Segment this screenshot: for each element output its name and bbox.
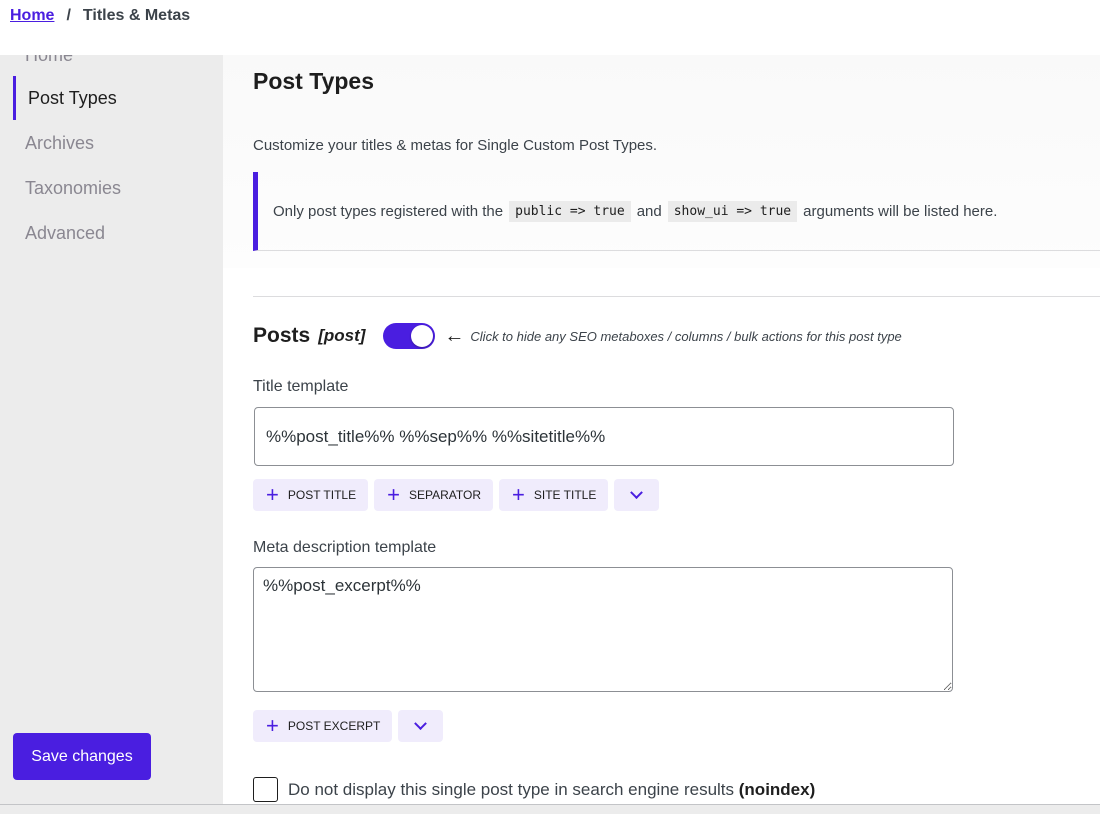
breadcrumb-separator: /	[66, 7, 71, 24]
arrow-left-icon: ←	[444, 325, 465, 347]
save-changes-button[interactable]: Save changes	[13, 733, 151, 780]
post-type-visibility-toggle[interactable]	[383, 323, 436, 349]
chevron-down-icon	[630, 485, 644, 499]
noindex-option: Do not display this single post type in …	[253, 777, 815, 802]
description-tag-buttons: + POST EXCERPT	[253, 710, 444, 742]
plus-icon: +	[387, 482, 400, 507]
bottom-bar	[0, 804, 1100, 814]
add-separator-tag-button[interactable]: + SEPARATOR	[374, 479, 493, 511]
sidebar: Home Post Types Archives Taxonomies Adva…	[0, 55, 223, 805]
notice-prefix: Only post types registered with the	[273, 202, 504, 220]
notice-code-show-ui: show_ui => true	[667, 200, 798, 222]
section-divider	[253, 296, 1100, 297]
breadcrumb-home-link[interactable]: Home	[10, 7, 54, 25]
sidebar-item-taxonomies[interactable]: Taxonomies	[13, 166, 223, 210]
main-content: Post Types Customize your titles & metas…	[223, 55, 1100, 805]
meta-description-textarea[interactable]: %%post_excerpt%%	[253, 567, 953, 692]
plus-icon: +	[512, 482, 525, 507]
more-title-tags-button[interactable]	[614, 479, 660, 511]
noindex-label: Do not display this single post type in …	[288, 780, 815, 800]
post-type-slug: [post]	[318, 326, 366, 345]
title-tag-buttons: + POST TITLE + SEPARATOR + SITE TITLE	[253, 479, 660, 511]
breadcrumb-current: Titles & Metas	[82, 7, 191, 24]
notice-middle: and	[636, 202, 662, 220]
tag-label: POST TITLE	[287, 488, 357, 502]
toggle-knob	[411, 325, 434, 347]
tag-label: SEPARATOR	[408, 488, 481, 502]
notice-suffix: arguments will be listed here.	[803, 202, 998, 220]
sidebar-item-advanced[interactable]: Advanced	[13, 211, 223, 255]
sidebar-item-archives[interactable]: Archives	[13, 121, 223, 165]
noindex-checkbox[interactable]	[253, 777, 278, 802]
page-description: Customize your titles & metas for Single…	[253, 137, 658, 154]
tag-label: POST EXCERPT	[287, 719, 381, 733]
title-template-input[interactable]	[254, 407, 954, 466]
post-type-heading: Posts [post] ← Click to hide any SEO met…	[253, 323, 902, 349]
meta-description-label: Meta description template	[253, 539, 437, 556]
noindex-label-bold: (noindex)	[738, 779, 816, 799]
chevron-down-icon	[414, 716, 428, 730]
tag-label: SITE TITLE	[533, 488, 597, 502]
sidebar-item-post-types[interactable]: Post Types	[13, 76, 223, 120]
page-title: Post Types	[253, 68, 374, 94]
plus-icon: +	[266, 482, 279, 507]
add-post-title-tag-button[interactable]: + POST TITLE	[253, 479, 369, 511]
notice-code-public: public => true	[509, 200, 631, 222]
more-description-tags-button[interactable]	[398, 710, 444, 742]
info-notice: Only post types registered with the publ…	[253, 172, 1100, 251]
plus-icon: +	[266, 713, 279, 738]
noindex-label-text: Do not display this single post type in …	[288, 779, 735, 799]
toggle-hint: Click to hide any SEO metaboxes / column…	[470, 328, 902, 344]
sidebar-item-home[interactable]: Home	[13, 55, 223, 77]
post-type-name: Posts	[253, 324, 311, 347]
add-post-excerpt-tag-button[interactable]: + POST EXCERPT	[253, 710, 393, 742]
add-site-title-tag-button[interactable]: + SITE TITLE	[499, 479, 609, 511]
title-template-label: Title template	[253, 378, 349, 395]
top-bar: Home / Titles & Metas	[0, 0, 1100, 55]
breadcrumb: Home / Titles & Metas	[10, 7, 190, 25]
